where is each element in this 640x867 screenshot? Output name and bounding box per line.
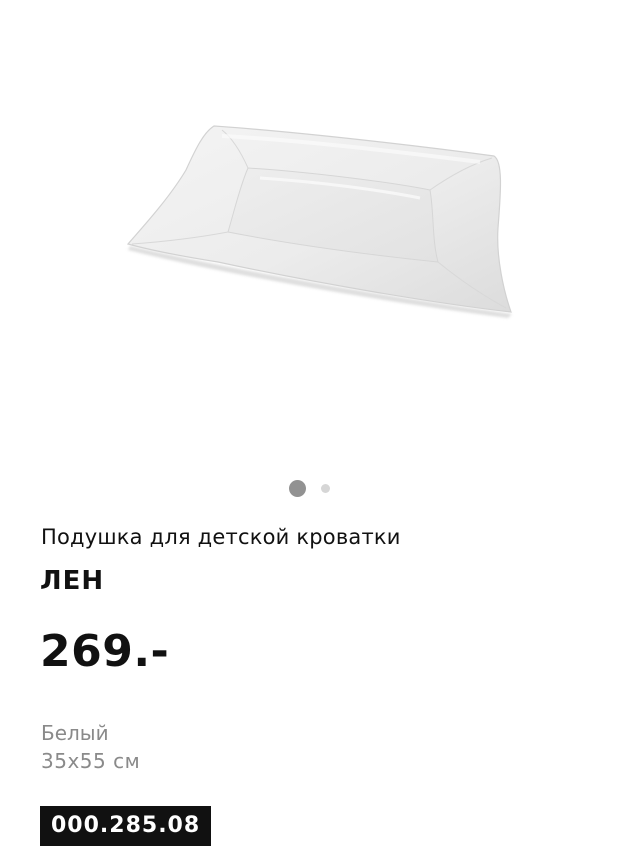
- product-name: ЛЕН: [40, 566, 105, 596]
- image-carousel-dots: [289, 480, 330, 497]
- pillow-icon: [126, 125, 512, 318]
- carousel-dot-active[interactable]: [289, 480, 306, 497]
- product-image[interactable]: [0, 0, 640, 460]
- product-size: 35x55 см: [41, 749, 141, 773]
- product-color: Белый: [41, 721, 109, 745]
- product-type: Подушка для детской кроватки: [41, 525, 401, 549]
- article-number-badge: 000.285.08: [40, 806, 212, 846]
- product-price: 269.-: [40, 626, 170, 677]
- carousel-dot[interactable]: [321, 484, 330, 493]
